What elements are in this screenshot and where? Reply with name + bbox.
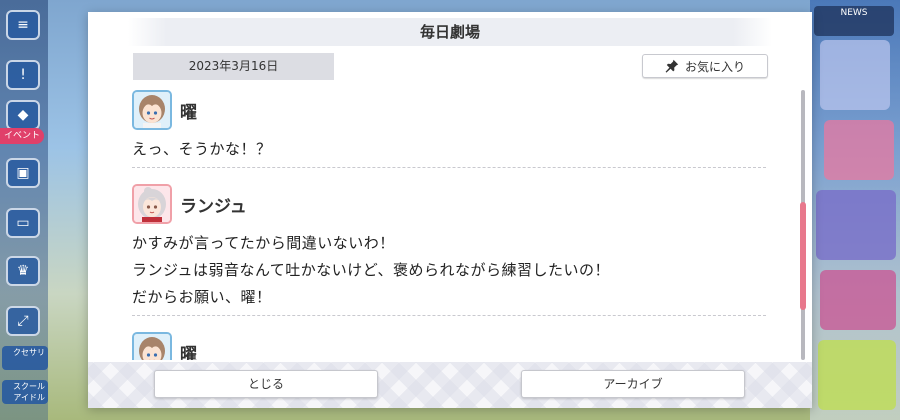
right-menu-panel: [810, 0, 900, 420]
event-badge: イベント: [0, 128, 44, 144]
news-icon[interactable]: !: [6, 60, 40, 90]
dialog-title: 毎日劇場: [128, 18, 772, 46]
accessory-label[interactable]: クセサリ: [2, 346, 48, 370]
event-icon[interactable]: ◆: [6, 100, 40, 130]
dialogue-entry: 曜: [132, 330, 766, 360]
dialogue-line: だからお願い、曜！: [132, 288, 272, 306]
lanzhu-avatar-icon: [132, 184, 172, 224]
daily-theater-dialog: 毎日劇場 2023年3月16日 お気に入り 曜 えっ、そうかな！？ ランジュ か…: [88, 12, 812, 408]
hamburger-menu-icon[interactable]: ≡: [6, 10, 40, 40]
entry-divider: [132, 167, 766, 168]
dialogue-line: かすみが言ってたから間違いないわ！: [132, 234, 395, 252]
expand-icon[interactable]: ⤢: [6, 306, 40, 336]
dialog-footer: とじる アーカイブ: [88, 362, 812, 408]
you-avatar-icon: [132, 332, 172, 360]
school-idol-label[interactable]: スクール アイドル: [2, 380, 48, 404]
scrollbar-thumb[interactable]: [800, 202, 806, 310]
dialogue-line: えっ、そうかな！？: [132, 140, 272, 158]
favorite-button[interactable]: お気に入り: [642, 54, 768, 78]
dialogue-text: えっ、そうかな！？: [132, 132, 766, 163]
dialogue-line: ランジュは弱音なんて吐かないけど、褒められながら練習したいの！: [132, 261, 610, 279]
present-icon[interactable]: ▣: [6, 158, 40, 188]
entry-divider: [132, 315, 766, 316]
trophy-icon[interactable]: ♛: [6, 256, 40, 286]
speaker-name: ランジュ: [180, 196, 247, 217]
favorite-label: お気に入り: [684, 59, 745, 74]
speaker-name: 曜: [180, 344, 197, 361]
dialogue-entry: ランジュ かすみが言ってたから間違いないわ！ ランジュは弱音なんて吐かないけど、…: [132, 182, 766, 316]
bg-tile: [818, 340, 896, 410]
bg-tile: [816, 190, 896, 260]
dialogue-log[interactable]: 曜 えっ、そうかな！？ ランジュ かすみが言ってたから間違いないわ！ ランジュは…: [132, 88, 766, 360]
bg-tile: [820, 40, 890, 110]
dialogue-entry: 曜 えっ、そうかな！？: [132, 88, 766, 168]
monitor-icon[interactable]: ▭: [6, 208, 40, 238]
bg-tile: [824, 120, 894, 180]
entry-header: 曜: [132, 88, 766, 132]
left-menu-panel: ≡ ! ◆ イベント ▣ ▭ ♛ ⤢ クセサリ スクール アイドル: [0, 0, 48, 420]
speaker-name: 曜: [180, 102, 197, 123]
pin-icon: [665, 59, 679, 73]
news-indicator[interactable]: NEWS: [814, 6, 894, 36]
entry-header: 曜: [132, 330, 766, 360]
dialogue-text: かすみが言ってたから間違いないわ！ ランジュは弱音なんて吐かないけど、褒められな…: [132, 226, 766, 311]
bg-tile: [820, 270, 896, 330]
archive-button[interactable]: アーカイブ: [521, 370, 745, 398]
close-button[interactable]: とじる: [154, 370, 378, 398]
date-tag: 2023年3月16日: [133, 53, 334, 80]
you-avatar-icon: [132, 90, 172, 130]
entry-header: ランジュ: [132, 182, 766, 226]
